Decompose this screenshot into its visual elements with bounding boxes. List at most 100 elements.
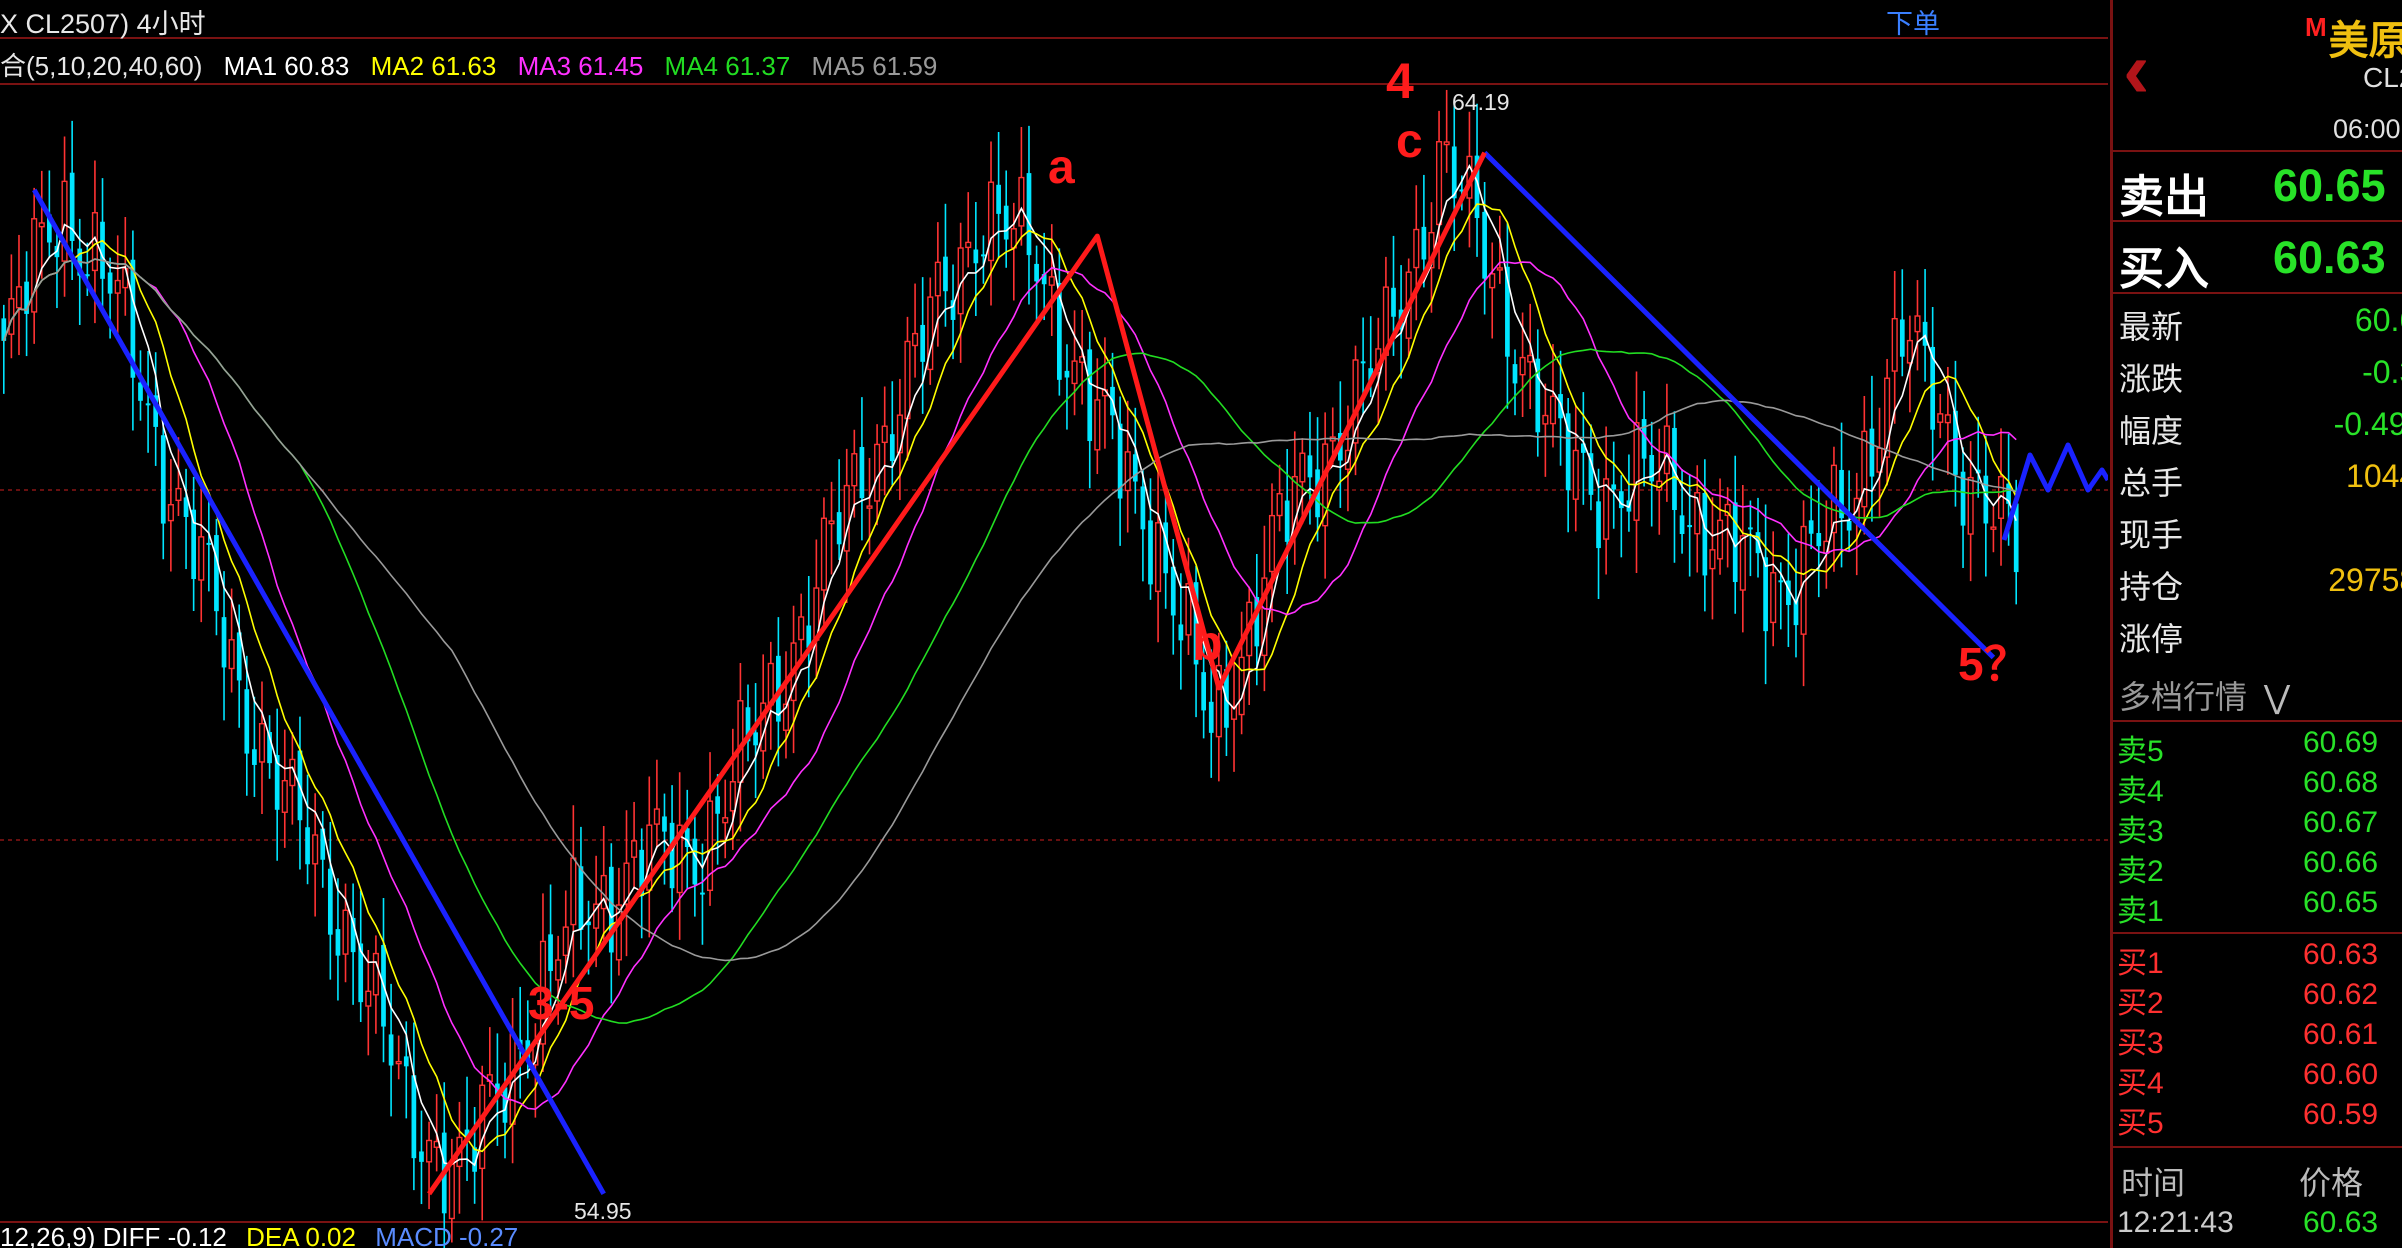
candle-body	[1482, 211, 1487, 279]
candle-body	[562, 926, 569, 957]
candle-body	[1148, 520, 1153, 585]
divider	[2113, 720, 2402, 722]
candle-body	[1983, 475, 1989, 524]
candle-body	[167, 504, 174, 522]
more-depth-toggle[interactable]: 多档行情 ⋁	[2119, 672, 2290, 718]
candle-body	[1739, 535, 1746, 591]
buy-price: 60.63	[2273, 232, 2386, 283]
ask-row[interactable]: 卖2 60.66	[2117, 846, 2397, 888]
chart-title: X CL2507) 4小时	[0, 9, 206, 39]
candle-body	[1808, 520, 1814, 534]
candle-body	[692, 838, 698, 885]
ask-row[interactable]: 卖3 60.67	[2117, 806, 2397, 848]
ask-price: 60.65	[2303, 886, 2379, 919]
order-link[interactable]: 下单	[1886, 2, 1940, 41]
candle-body	[1618, 491, 1624, 509]
sell-label: 卖出	[2119, 171, 2210, 222]
buy-row[interactable]: 买入 60.63	[2119, 232, 2386, 297]
candle-body	[753, 732, 758, 746]
candle-body	[100, 221, 105, 279]
ask-row[interactable]: 卖4 60.68	[2117, 766, 2397, 808]
tick-time: 12:21:43	[2117, 1206, 2234, 1239]
candle-body	[920, 324, 926, 362]
bid-row[interactable]: 买3 60.61	[2117, 1018, 2397, 1060]
ma4-label: MA4 61.37	[664, 51, 791, 81]
candle-body	[198, 536, 205, 581]
bid-row[interactable]: 买2 60.62	[2117, 978, 2397, 1020]
candle-body	[1201, 672, 1207, 711]
candle-body	[1276, 493, 1283, 517]
candle-body	[1284, 500, 1290, 542]
candle-body	[874, 443, 881, 502]
candle-body	[228, 639, 235, 670]
candle-body	[15, 286, 23, 309]
buy-label: 买入	[2119, 243, 2210, 294]
candle-body	[1512, 364, 1518, 384]
candle-body	[866, 505, 873, 509]
ma2-label: MA2 61.63	[370, 51, 497, 81]
macd-legend: 12,26,9) DIFF -0.12 DEA 0.02 MACD -0.27	[0, 1222, 530, 1248]
info-label: 最新	[2119, 309, 2184, 345]
candle-body	[578, 866, 584, 930]
candle-body	[1709, 549, 1716, 570]
candle-body	[1960, 471, 1966, 526]
instrument-code: CL2	[2363, 62, 2402, 93]
candle-body	[1360, 361, 1366, 364]
candle-body	[1816, 533, 1822, 547]
info-row-pct: 幅度 -0.49%	[2119, 406, 2402, 456]
candle-body	[1702, 492, 1708, 576]
sell-row[interactable]: 卖出 60.65	[2119, 160, 2386, 225]
candle-body	[1891, 317, 1898, 372]
chevron-down-icon: ⋁	[2263, 679, 2291, 715]
candle-body	[820, 517, 828, 591]
candle-body	[631, 840, 638, 858]
candle-body	[114, 279, 121, 294]
candle-body	[1421, 226, 1427, 260]
candle-body	[419, 1151, 424, 1162]
candle-body	[1990, 526, 1997, 530]
candle-body	[1687, 525, 1693, 528]
more-depth-label: 多档行情	[2119, 679, 2248, 715]
bid-price: 60.60	[2303, 1058, 2379, 1091]
wave-label-4: 4	[1386, 53, 1414, 109]
tick-price: 60.63	[2303, 1206, 2379, 1239]
candle-body	[1906, 339, 1913, 364]
candle-body	[1914, 315, 1921, 333]
ask-row[interactable]: 卖1 60.65	[2117, 886, 2397, 928]
candle-body	[608, 866, 614, 953]
candle-body	[1633, 422, 1640, 521]
bid-row[interactable]: 买1 60.63	[2117, 938, 2397, 980]
info-row-latest: 最新 60.64	[2119, 302, 2402, 352]
candle-body	[448, 1163, 455, 1220]
wave-label-c: c	[1396, 115, 1423, 168]
candle-body	[138, 382, 143, 401]
candle-body	[943, 256, 948, 292]
candle-body	[889, 434, 895, 462]
candle-body	[729, 781, 736, 812]
bid-row[interactable]: 买5 60.59	[2117, 1098, 2397, 1140]
candle-body	[973, 249, 979, 264]
candle-body	[548, 934, 553, 972]
candle-body	[1391, 287, 1396, 317]
bid-label: 买2	[2117, 987, 2164, 1020]
bid-row[interactable]: 买4 60.60	[2117, 1058, 2397, 1100]
candle-body	[1869, 428, 1875, 477]
candle-body	[881, 425, 888, 444]
ma4-line	[3, 258, 2017, 1024]
back-icon[interactable]: ‹	[2123, 30, 2150, 110]
candle-body	[570, 857, 577, 926]
candle-body	[828, 520, 835, 525]
instrument-name: M美原	[2305, 8, 2402, 66]
info-label: 总手	[2119, 465, 2184, 501]
ma-prefix: 合(5,10,20,40,60)	[0, 51, 203, 81]
candle-body	[372, 952, 379, 996]
chart-area[interactable]: X CL2507) 4小时 下单 合(5,10,20,40,60) MA1 60…	[0, 0, 2108, 1248]
ask-row[interactable]: 卖5 60.69	[2117, 726, 2397, 768]
candle-body	[411, 1075, 417, 1159]
candle-body	[1778, 580, 1784, 583]
ask-price: 60.67	[2303, 806, 2379, 839]
tick-time-header: 时间	[2121, 1165, 2186, 1201]
tick-price-header: 价格	[2299, 1165, 2364, 1201]
candle-body	[327, 868, 333, 935]
info-row-open-interest: 持仓 297581	[2119, 562, 2402, 612]
